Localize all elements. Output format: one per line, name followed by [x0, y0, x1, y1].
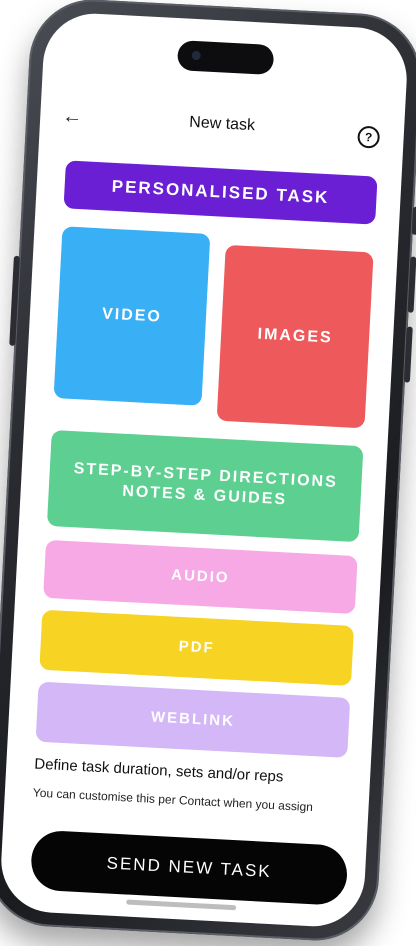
images-label: IMAGES [257, 325, 334, 347]
app-header: ← New task ? [39, 103, 404, 152]
power-button [9, 255, 20, 346]
action-button [411, 206, 416, 235]
volume-up-button [407, 256, 416, 313]
stage: ← New task ? PERSONALISED TASK VIDEO IMA… [0, 0, 416, 946]
weblink-button[interactable]: WEBLINK [35, 681, 351, 758]
video-button[interactable]: VIDEO [53, 226, 211, 406]
customise-hint-text: You can customise this per Contact when … [32, 785, 314, 815]
send-new-task-label: SEND NEW TASK [106, 853, 273, 882]
home-indicator [126, 899, 237, 911]
dynamic-island [176, 40, 275, 76]
page-title: New task [188, 113, 256, 135]
personalised-task-label: PERSONALISED TASK [111, 177, 330, 208]
pdf-label: PDF [178, 637, 216, 657]
video-label: VIDEO [101, 305, 163, 326]
audio-button[interactable]: AUDIO [43, 539, 358, 615]
camera-icon [191, 50, 201, 61]
define-task-text: Define task duration, sets and/or reps [33, 755, 284, 786]
images-button[interactable]: IMAGES [216, 244, 374, 429]
pdf-button[interactable]: PDF [39, 609, 355, 686]
phone-frame: ← New task ? PERSONALISED TASK VIDEO IMA… [0, 0, 416, 944]
help-icon[interactable]: ? [357, 125, 381, 149]
send-new-task-button[interactable]: SEND NEW TASK [29, 829, 349, 906]
weblink-label: WEBLINK [150, 708, 236, 730]
personalised-task-button[interactable]: PERSONALISED TASK [63, 160, 378, 225]
audio-label: AUDIO [170, 566, 231, 587]
volume-down-button [403, 326, 413, 383]
app-screen: ← New task ? PERSONALISED TASK VIDEO IMA… [0, 11, 410, 929]
step-by-step-button[interactable]: STEP-BY-STEP DIRECTIONS NOTES & GUIDES [46, 429, 364, 543]
